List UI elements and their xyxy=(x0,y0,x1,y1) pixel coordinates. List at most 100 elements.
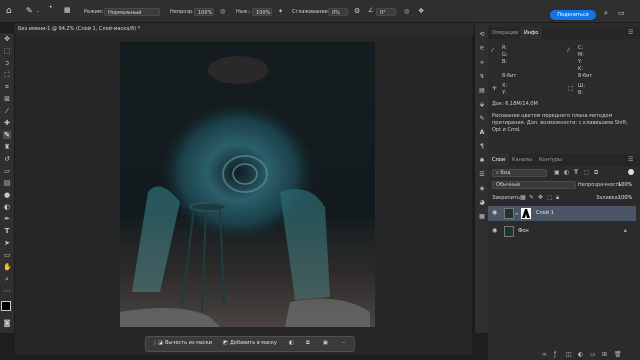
adjustments-panel-icon[interactable]: ⟡ xyxy=(478,59,486,67)
lock-transparent-icon[interactable]: ▦ xyxy=(520,194,526,201)
more-options-icon[interactable]: ⋯ xyxy=(341,340,346,346)
layers-menu-icon[interactable]: ☰ xyxy=(628,156,633,163)
healing-tool-icon[interactable]: ✚ xyxy=(3,119,11,127)
more-tools-icon[interactable]: ⋯ xyxy=(3,287,11,295)
panel-menu-icon[interactable]: ☰ xyxy=(628,29,633,36)
layer-name[interactable]: Фон xyxy=(518,228,529,234)
airbrush-icon[interactable]: ✦ xyxy=(278,8,283,15)
color-panel-icon[interactable]: ◕ xyxy=(478,199,486,207)
move-tool-icon[interactable]: ✥ xyxy=(3,35,11,43)
swatches-panel-icon[interactable]: ⚟ xyxy=(478,45,486,53)
mask-properties-icon[interactable]: ⧉ xyxy=(306,340,310,346)
document-canvas[interactable] xyxy=(120,42,375,327)
brush-size-value-icon[interactable]: • xyxy=(49,4,53,11)
layer-style-icon[interactable]: ƒ xyxy=(554,351,556,358)
eraser-tool-icon[interactable]: ▱ xyxy=(3,167,11,175)
brush-tool-icon[interactable]: ✎ xyxy=(3,131,11,139)
zoom-tool-icon[interactable]: ⌕ xyxy=(3,275,11,283)
object-selection-tool-icon[interactable]: ⛶ xyxy=(3,71,11,79)
tab-info[interactable]: Инфо xyxy=(520,27,543,39)
properties-panel-icon[interactable]: ⬙ xyxy=(478,101,486,109)
pressure-input[interactable]: 100% xyxy=(252,8,272,16)
gradients-panel-icon[interactable]: ▦ xyxy=(478,213,486,221)
layer-filter-select[interactable]: ⌕ Вид xyxy=(492,169,547,177)
delete-layer-icon[interactable]: 🗑︎ xyxy=(614,351,622,358)
filter-type-icon[interactable]: T xyxy=(574,169,578,176)
shape-tool-icon[interactable]: ▭ xyxy=(3,251,11,259)
marquee-tool-icon[interactable]: ⬚ xyxy=(3,47,11,55)
lock-image-icon[interactable]: ✎ xyxy=(529,194,534,201)
comments-panel-icon[interactable]: ☰ xyxy=(478,171,486,179)
lock-all-icon[interactable]: 🔒︎ xyxy=(556,194,559,202)
layer-row-layer1[interactable]: ◉ ∞ Слой 1 xyxy=(488,206,636,221)
add-to-mask-button[interactable]: Добавить в маску xyxy=(230,340,277,346)
workspace-icon[interactable]: ▭ xyxy=(618,9,625,17)
new-layer-icon[interactable]: ⊞ xyxy=(602,351,607,358)
layer-row-background[interactable]: ◉ Фон 🔒︎ xyxy=(488,224,636,239)
pressure-opacity-icon[interactable]: ◎ xyxy=(220,8,225,15)
gradient-tool-icon[interactable]: ▤ xyxy=(3,179,11,187)
fill-mask-icon[interactable]: ▣ xyxy=(323,340,328,346)
link-layers-icon[interactable]: ∞ xyxy=(542,351,547,358)
dodge-tool-icon[interactable]: ◐ xyxy=(3,203,11,211)
smoothing-input[interactable]: 0% xyxy=(328,8,348,16)
pen-tool-icon[interactable]: ✒ xyxy=(3,215,11,223)
lock-position-icon[interactable]: ✥ xyxy=(538,194,543,201)
angle-input[interactable]: 0° xyxy=(376,8,396,16)
brushes-panel-icon[interactable]: ✎ xyxy=(478,115,486,123)
character-panel-icon[interactable]: A xyxy=(478,129,486,137)
crop-tool-icon[interactable]: ⌗ xyxy=(3,83,11,91)
invert-mask-icon[interactable]: ◧ xyxy=(289,340,294,346)
search-icon[interactable]: ⌕ xyxy=(604,9,608,18)
mask-link-icon[interactable]: ∞ xyxy=(515,211,518,216)
visibility-eye-icon[interactable]: ◉ xyxy=(492,228,498,234)
lasso-tool-icon[interactable]: ↄ xyxy=(3,59,11,67)
history-panel-icon[interactable]: ⟲ xyxy=(478,31,486,39)
adjustment-layer-icon[interactable]: ◐ xyxy=(578,351,583,358)
tab-history[interactable]: Операции xyxy=(488,27,522,39)
layers-icon[interactable]: ◈ xyxy=(478,185,486,193)
brush-settings-icon[interactable]: ▦ xyxy=(64,6,71,14)
clone-stamp-tool-icon[interactable]: ♜ xyxy=(3,143,11,151)
fill-value[interactable]: 100% xyxy=(618,195,632,201)
type-tool-icon[interactable]: T xyxy=(3,227,11,235)
tab-channels[interactable]: Каналы xyxy=(508,154,536,166)
filter-pixel-icon[interactable]: ▣ xyxy=(554,169,560,176)
layer1-mask-thumbnail[interactable] xyxy=(521,208,531,219)
frame-tool-icon[interactable]: ⊠ xyxy=(3,95,11,103)
paths-panel-icon[interactable]: ↯ xyxy=(478,73,486,81)
visibility-eye-icon[interactable]: ◉ xyxy=(492,210,498,216)
document-tab[interactable]: Без имени-1 @ 94,2% (Слой 1, Слой-маска/… xyxy=(18,23,140,35)
libraries-panel-icon[interactable]: ▤ xyxy=(478,87,486,95)
opacity-input[interactable]: 100% xyxy=(194,8,214,16)
paragraph-panel-icon[interactable]: ¶ xyxy=(478,143,486,151)
quick-mask-icon[interactable]: ◙ xyxy=(3,319,11,327)
filter-shape-icon[interactable]: ⬚ xyxy=(584,169,590,176)
tab-layers[interactable]: Слои xyxy=(488,154,509,166)
smoothing-settings-icon[interactable]: ⚙ xyxy=(354,7,360,15)
lock-artboard-icon[interactable]: ⬚ xyxy=(547,194,553,201)
history-brush-tool-icon[interactable]: ↺ xyxy=(3,155,11,163)
hand-tool-icon[interactable]: ✋ xyxy=(3,263,12,271)
blur-tool-icon[interactable]: ● xyxy=(3,191,11,199)
tab-paths[interactable]: Контуры xyxy=(535,154,566,166)
symmetry-icon[interactable]: ❖ xyxy=(418,7,424,15)
brush-preset-chevron-icon[interactable]: ⌄ xyxy=(36,8,40,14)
add-mask-icon[interactable]: ◫ xyxy=(566,351,572,358)
home-icon[interactable]: ⌂ xyxy=(6,6,12,16)
pressure-size-icon[interactable]: ◎ xyxy=(404,8,409,15)
share-button[interactable]: Поделиться xyxy=(550,10,596,20)
brush-tool-icon[interactable]: ✎ xyxy=(26,6,33,15)
filter-smart-object-icon[interactable]: ⧉ xyxy=(594,169,598,177)
layer-opacity-value[interactable]: 100% xyxy=(618,182,632,188)
filter-toggle-icon[interactable] xyxy=(628,169,634,175)
mode-select[interactable]: Нормальный xyxy=(104,8,160,16)
glyphs-panel-icon[interactable]: ✱ xyxy=(478,157,486,165)
eyedropper-tool-icon[interactable]: ⁄ xyxy=(3,107,11,115)
foreground-color-swatch[interactable] xyxy=(1,301,11,311)
new-group-icon[interactable]: ▭ xyxy=(590,351,596,358)
blend-mode-select[interactable]: Обычные xyxy=(492,181,576,189)
filter-adjustment-icon[interactable]: ◐ xyxy=(564,169,569,176)
layer-name[interactable]: Слой 1 xyxy=(536,210,554,216)
subtract-from-mask-button[interactable]: Вычесть из маски xyxy=(165,340,212,346)
